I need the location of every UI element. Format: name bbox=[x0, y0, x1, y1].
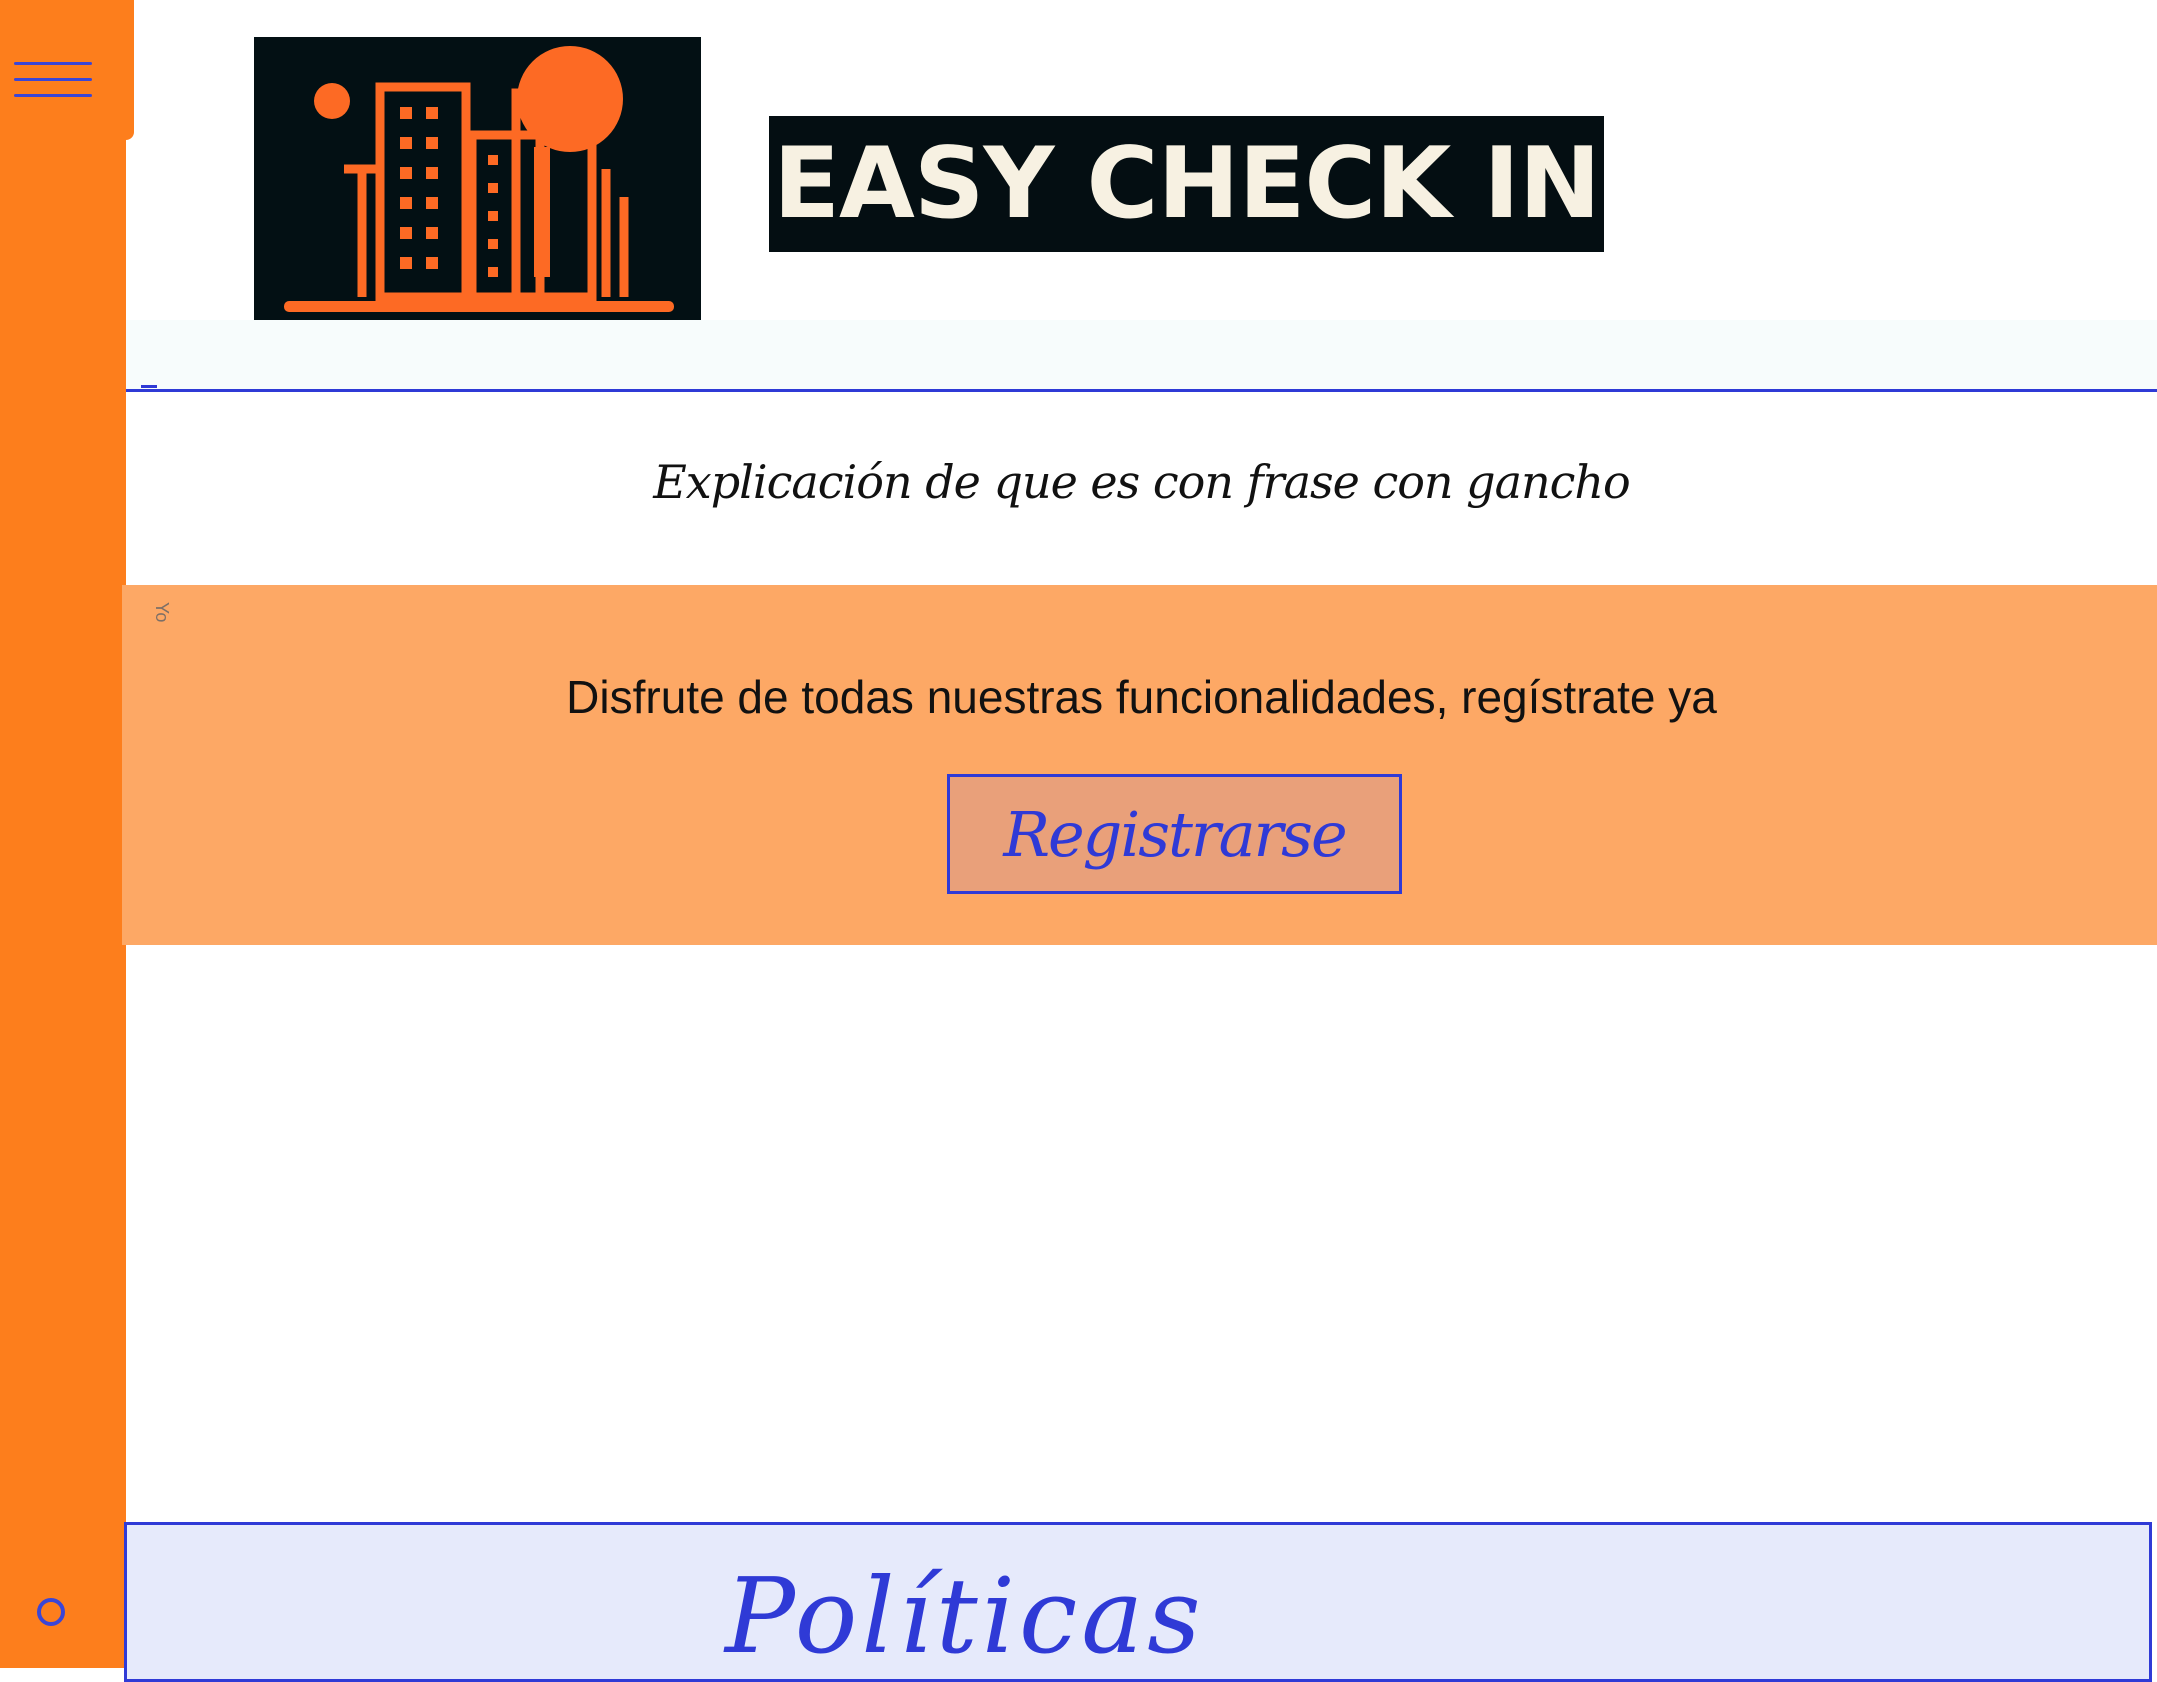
brand-banner: EASY CHECK IN bbox=[769, 116, 1604, 252]
register-button-label: Registrarse bbox=[1003, 797, 1347, 871]
circle-icon[interactable] bbox=[37, 1598, 65, 1626]
hamburger-menu-icon[interactable] bbox=[14, 62, 92, 102]
nav-indicator bbox=[141, 385, 157, 388]
brand-name: EASY CHECK IN bbox=[773, 127, 1601, 241]
promo-message: Disfrute de todas nuestras funcionalidad… bbox=[566, 671, 1717, 723]
promo-side-label: Yo bbox=[152, 602, 172, 623]
policies-link[interactable]: Políticas bbox=[725, 1555, 1205, 1677]
nav-bar bbox=[126, 320, 2157, 392]
register-button[interactable]: Registrarse bbox=[947, 774, 1402, 894]
hotel-building-logo-icon bbox=[254, 37, 701, 324]
sidebar bbox=[0, 0, 134, 1668]
hero-tagline: Explicación de que es con frase con ganc… bbox=[653, 455, 1631, 509]
